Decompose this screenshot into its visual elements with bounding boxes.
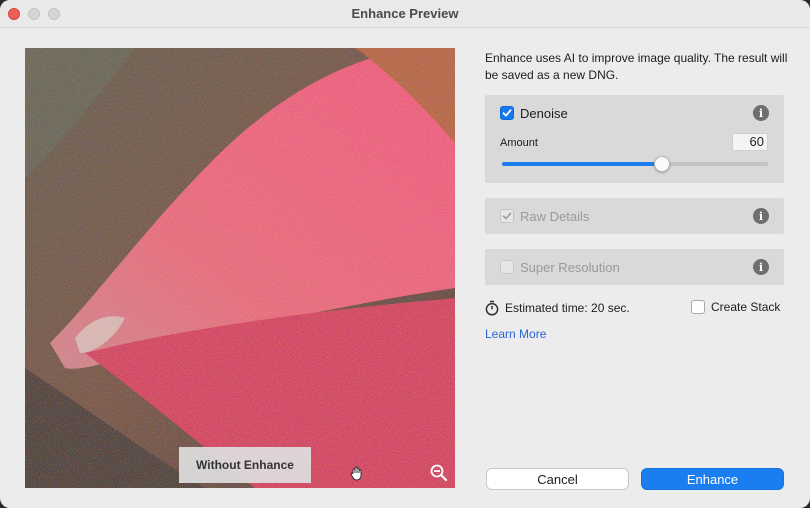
stopwatch-icon	[485, 300, 499, 316]
raw-details-label: Raw Details	[520, 209, 590, 224]
checkmark-icon	[502, 109, 512, 117]
create-stack-option[interactable]: Create Stack	[691, 300, 780, 314]
amount-value-field[interactable]: 60	[732, 133, 768, 151]
checkmark-icon	[502, 212, 512, 220]
raw-details-checkbox[interactable]	[500, 209, 514, 223]
create-stack-checkbox[interactable]	[691, 300, 705, 314]
enhance-description: Enhance uses AI to improve image quality…	[485, 51, 788, 82]
super-resolution-checkbox[interactable]	[500, 260, 514, 274]
without-enhance-toggle[interactable]: Without Enhance	[179, 447, 311, 483]
amount-slider-fill	[502, 162, 662, 166]
raw-details-info-icon[interactable]: i	[753, 208, 769, 224]
amount-slider-thumb[interactable]	[653, 156, 670, 172]
estimated-time-text: Estimated time: 20 sec.	[505, 301, 630, 315]
denoise-info-icon[interactable]: i	[753, 105, 769, 121]
preview-photo	[25, 48, 455, 488]
hand-pan-icon[interactable]	[349, 465, 365, 481]
raw-details-panel: Raw Details i	[485, 198, 784, 234]
enhance-button[interactable]: Enhance	[641, 468, 784, 490]
image-preview[interactable]: Without Enhance	[25, 48, 455, 488]
learn-more-link[interactable]: Learn More	[485, 327, 546, 341]
denoise-panel: Denoise i Amount 60	[485, 95, 784, 183]
amount-label: Amount	[500, 137, 538, 149]
estimated-time: Estimated time: 20 sec.	[485, 300, 630, 316]
denoise-checkbox[interactable]	[500, 106, 514, 120]
cancel-button[interactable]: Cancel	[486, 468, 629, 490]
enhance-preview-window: Enhance Preview Without Enhance Enhance …	[0, 0, 810, 508]
super-resolution-info-icon[interactable]: i	[753, 259, 769, 275]
window-title: Enhance Preview	[351, 6, 459, 21]
super-resolution-panel: Super Resolution i	[485, 249, 784, 285]
title-bar: Enhance Preview	[0, 0, 810, 28]
super-resolution-label: Super Resolution	[520, 260, 620, 275]
create-stack-label: Create Stack	[711, 300, 781, 314]
amount-slider[interactable]	[502, 156, 768, 172]
zoom-out-icon[interactable]	[430, 464, 448, 482]
denoise-label: Denoise	[520, 106, 568, 121]
